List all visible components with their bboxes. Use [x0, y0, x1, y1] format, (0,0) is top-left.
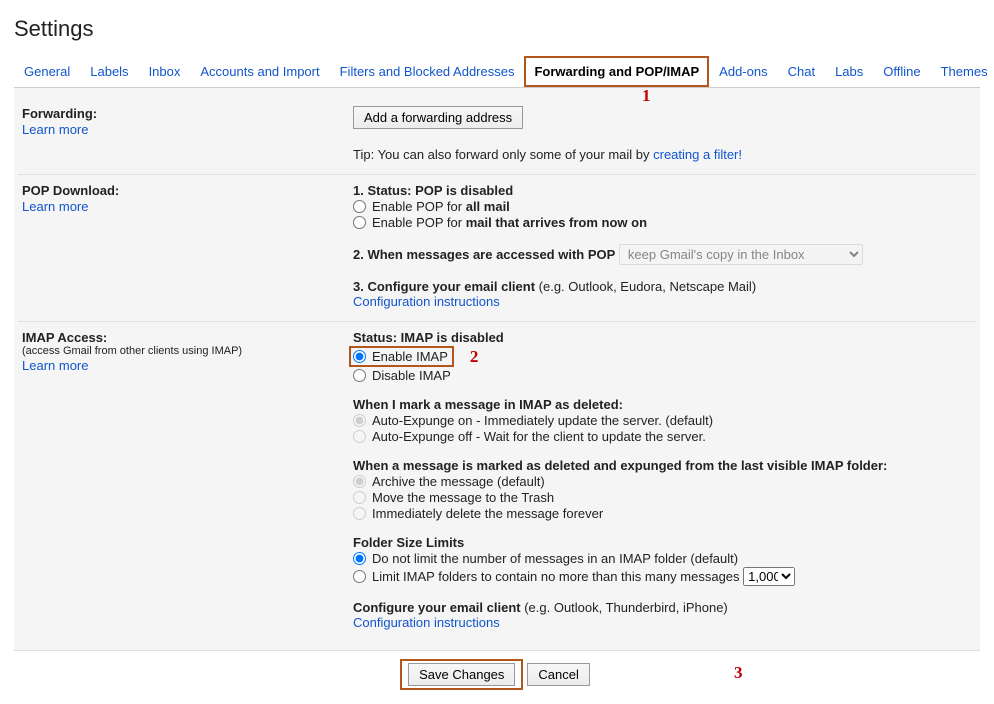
- imap-config-instructions-link[interactable]: Configuration instructions: [353, 615, 500, 630]
- no-limit-radio[interactable]: [353, 552, 366, 565]
- archive-message-radio[interactable]: [353, 475, 366, 488]
- add-forwarding-address-button[interactable]: Add a forwarding address: [353, 106, 523, 129]
- auto-expunge-off-radio[interactable]: [353, 430, 366, 443]
- imap-configure-prefix: Configure your email client: [353, 600, 524, 615]
- pop-configure-prefix: 3. Configure your email client: [353, 279, 539, 294]
- tab-labels[interactable]: Labels: [80, 56, 138, 87]
- folder-size-header: Folder Size Limits: [353, 535, 976, 550]
- forwarding-tip-text: Tip: You can also forward only some of y…: [353, 147, 653, 162]
- section-imap-access: IMAP Access: (access Gmail from other cl…: [18, 322, 976, 642]
- pop-enable-all-radio[interactable]: [353, 200, 366, 213]
- annotation-box-save: Save Changes: [400, 659, 523, 690]
- creating-a-filter-link[interactable]: creating a filter!: [653, 147, 742, 162]
- forwarding-learn-more-link[interactable]: Learn more: [22, 122, 353, 137]
- tab-addons[interactable]: Add-ons: [709, 56, 777, 87]
- imap-status-value: IMAP is disabled: [401, 330, 504, 345]
- imap-configure-eg: (e.g. Outlook, Thunderbird, iPhone): [524, 600, 728, 615]
- pop-download-label: POP Download:: [22, 183, 119, 198]
- pop-enable-all-bold: all mail: [466, 199, 510, 214]
- auto-expunge-off-label: Auto-Expunge off - Wait for the client t…: [372, 429, 706, 444]
- tab-accounts[interactable]: Accounts and Import: [190, 56, 329, 87]
- annotation-1: 1: [642, 86, 651, 106]
- tab-labs[interactable]: Labs: [825, 56, 873, 87]
- pop-enable-all-prefix: Enable POP for: [372, 199, 462, 214]
- pop-accessed-select[interactable]: keep Gmail's copy in the Inbox: [619, 244, 863, 265]
- imap-expunged-header: When a message is marked as deleted and …: [353, 458, 976, 473]
- pop-enable-now-prefix: Enable POP for: [372, 215, 462, 230]
- limit-messages-select[interactable]: 1,000: [743, 567, 795, 586]
- tab-offline[interactable]: Offline: [873, 56, 930, 87]
- no-limit-label: Do not limit the number of messages in a…: [372, 551, 738, 566]
- delete-forever-radio[interactable]: [353, 507, 366, 520]
- page-title: Settings: [14, 16, 980, 42]
- pop-accessed-label: 2. When messages are accessed with POP: [353, 247, 615, 262]
- enable-imap-radio[interactable]: [353, 350, 366, 363]
- imap-access-label: IMAP Access:: [22, 330, 107, 345]
- section-pop-download: POP Download: Learn more 1. Status: POP …: [18, 175, 976, 322]
- pop-configure-eg: (e.g. Outlook, Eudora, Netscape Mail): [539, 279, 757, 294]
- enable-imap-label: Enable IMAP: [372, 349, 448, 364]
- tab-themes[interactable]: Themes: [931, 56, 994, 87]
- imap-sub-label: (access Gmail from other clients using I…: [22, 345, 353, 357]
- pop-config-instructions-link[interactable]: Configuration instructions: [353, 294, 500, 309]
- imap-learn-more-link[interactable]: Learn more: [22, 358, 353, 373]
- pop-enable-now-bold: mail that arrives from now on: [466, 215, 647, 230]
- tab-general[interactable]: General: [14, 56, 80, 87]
- pop-enable-now-radio[interactable]: [353, 216, 366, 229]
- imap-status-prefix: Status:: [353, 330, 401, 345]
- disable-imap-radio[interactable]: [353, 369, 366, 382]
- annotation-3: 3: [734, 663, 743, 683]
- limit-radio[interactable]: [353, 570, 366, 583]
- tab-inbox[interactable]: Inbox: [139, 56, 191, 87]
- auto-expunge-on-label: Auto-Expunge on - Immediately update the…: [372, 413, 713, 428]
- settings-tabs: General Labels Inbox Accounts and Import…: [14, 56, 980, 88]
- save-changes-button[interactable]: Save Changes: [408, 663, 515, 686]
- annotation-box-enable-imap: Enable IMAP: [349, 346, 454, 367]
- limit-label: Limit IMAP folders to contain no more th…: [372, 569, 740, 584]
- disable-imap-label: Disable IMAP: [372, 368, 451, 383]
- auto-expunge-on-radio[interactable]: [353, 414, 366, 427]
- tab-forwarding-pop-imap[interactable]: Forwarding and POP/IMAP: [524, 56, 709, 87]
- move-to-trash-radio[interactable]: [353, 491, 366, 504]
- move-to-trash-label: Move the message to the Trash: [372, 490, 554, 505]
- footer-bar: 3 Save Changes Cancel: [14, 650, 980, 694]
- annotation-2: 2: [470, 347, 479, 367]
- tab-chat[interactable]: Chat: [778, 56, 825, 87]
- pop-learn-more-link[interactable]: Learn more: [22, 199, 353, 214]
- forwarding-label: Forwarding:: [22, 106, 97, 121]
- archive-message-label: Archive the message (default): [372, 474, 545, 489]
- cancel-button[interactable]: Cancel: [527, 663, 589, 686]
- tab-filters[interactable]: Filters and Blocked Addresses: [330, 56, 525, 87]
- imap-deleted-header: When I mark a message in IMAP as deleted…: [353, 397, 976, 412]
- pop-status-value: POP is disabled: [415, 183, 513, 198]
- section-forwarding: Forwarding: Learn more Add a forwarding …: [18, 98, 976, 175]
- delete-forever-label: Immediately delete the message forever: [372, 506, 603, 521]
- pop-status-prefix: 1. Status:: [353, 183, 415, 198]
